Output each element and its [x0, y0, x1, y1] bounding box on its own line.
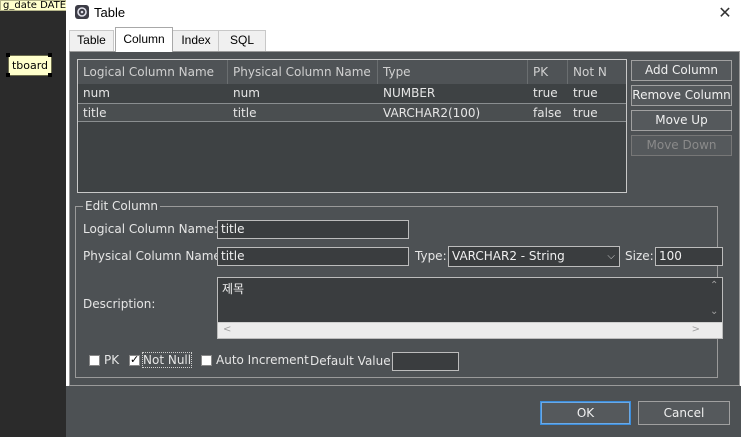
- columns-table[interactable]: Logical Column Name Physical Column Name…: [77, 59, 627, 193]
- cell-logical-name: num: [83, 86, 110, 100]
- cell-not-null: true: [573, 106, 598, 120]
- close-icon[interactable]: ✕: [715, 3, 735, 23]
- physical-name-label: Physical Column Name:: [83, 249, 225, 263]
- description-textarea[interactable]: 제목 ⌃ ⌄ < >: [217, 277, 723, 339]
- scroll-up-icon[interactable]: ⌃: [710, 280, 718, 291]
- cell-type: VARCHAR2(100): [383, 106, 481, 120]
- dialog-footer: OK Cancel: [66, 386, 741, 437]
- logical-name-field[interactable]: title: [217, 220, 409, 239]
- scroll-right-icon[interactable]: >: [692, 324, 700, 335]
- description-label: Description:: [83, 297, 156, 311]
- tab-table[interactable]: Table: [69, 30, 114, 51]
- cancel-button[interactable]: Cancel: [638, 401, 730, 425]
- add-column-button[interactable]: Add Column: [631, 60, 732, 81]
- selection-handle[interactable]: [6, 73, 10, 77]
- header-not-null[interactable]: Not N: [568, 60, 608, 84]
- cell-type: NUMBER: [383, 86, 436, 100]
- chevron-down-icon: ⌵: [607, 251, 615, 262]
- scroll-down-icon[interactable]: ⌄: [710, 306, 718, 317]
- cell-pk: false: [533, 106, 562, 120]
- pk-label: PK: [104, 353, 120, 367]
- edit-column-group: Edit Column Logical Column Name: title P…: [75, 199, 723, 378]
- column-tab-panel: Logical Column Name Physical Column Name…: [69, 51, 740, 386]
- move-down-button[interactable]: Move Down: [631, 135, 732, 156]
- logical-name-label: Logical Column Name:: [83, 222, 219, 236]
- cell-physical-name: num: [233, 86, 260, 100]
- ok-button[interactable]: OK: [540, 401, 631, 425]
- dialog-titlebar: Table ✕: [66, 0, 741, 26]
- tab-sql[interactable]: SQL: [218, 30, 266, 51]
- size-field[interactable]: 100: [655, 247, 723, 266]
- selection-handle[interactable]: [48, 53, 52, 57]
- entity-attribute-label: g_date DATE: [0, 0, 68, 11]
- cell-physical-name: title: [233, 106, 257, 120]
- dialog-title: Table: [94, 5, 126, 20]
- auto-increment-checkbox[interactable]: [201, 355, 212, 366]
- scroll-left-icon[interactable]: <: [223, 324, 231, 335]
- header-type[interactable]: Type: [378, 60, 528, 84]
- not-null-checkbox[interactable]: [129, 353, 140, 366]
- table-row-selected[interactable]: title title VARCHAR2(100) false true: [78, 103, 626, 122]
- not-null-label: Not Null: [141, 352, 193, 368]
- size-label: Size:: [625, 249, 654, 263]
- default-value-label: Default Value:: [310, 354, 395, 368]
- remove-column-button[interactable]: Remove Column: [631, 85, 732, 106]
- header-physical-name[interactable]: Physical Column Name: [228, 60, 378, 84]
- cell-logical-name: title: [83, 106, 107, 120]
- type-select-value: VARCHAR2 - String: [452, 249, 565, 263]
- selection-handle[interactable]: [48, 73, 52, 77]
- diagram-canvas: g_date DATE tboard: [0, 0, 68, 437]
- pk-checkbox[interactable]: [89, 355, 100, 366]
- table-dialog: Table ✕ Table Column Index SQL Logical C…: [66, 0, 741, 437]
- cell-not-null: true: [573, 86, 598, 100]
- cell-pk: true: [533, 86, 558, 100]
- tab-column[interactable]: Column: [115, 27, 173, 52]
- description-text: 제목: [222, 282, 245, 296]
- tab-bar: Table Column Index SQL: [66, 26, 741, 52]
- vertical-scrollbar[interactable]: ⌃ ⌄: [706, 278, 722, 322]
- horizontal-scrollbar[interactable]: < >: [218, 322, 722, 338]
- tab-index[interactable]: Index: [172, 30, 220, 51]
- header-pk[interactable]: PK: [528, 60, 568, 84]
- table-row[interactable]: num num NUMBER true true: [78, 84, 626, 103]
- type-select[interactable]: VARCHAR2 - String ⌵: [448, 246, 620, 267]
- table-header: Logical Column Name Physical Column Name…: [78, 60, 626, 84]
- edit-column-legend: Edit Column: [83, 199, 161, 213]
- move-up-button[interactable]: Move Up: [631, 110, 732, 131]
- auto-increment-label: Auto Increment: [216, 353, 309, 367]
- app-icon: [75, 5, 89, 19]
- physical-name-field[interactable]: title: [217, 247, 409, 266]
- type-label: Type:: [415, 249, 447, 263]
- default-value-field[interactable]: [392, 352, 459, 371]
- header-logical-name[interactable]: Logical Column Name: [78, 60, 228, 84]
- selection-handle[interactable]: [6, 53, 10, 57]
- entity-box[interactable]: tboard: [8, 55, 52, 76]
